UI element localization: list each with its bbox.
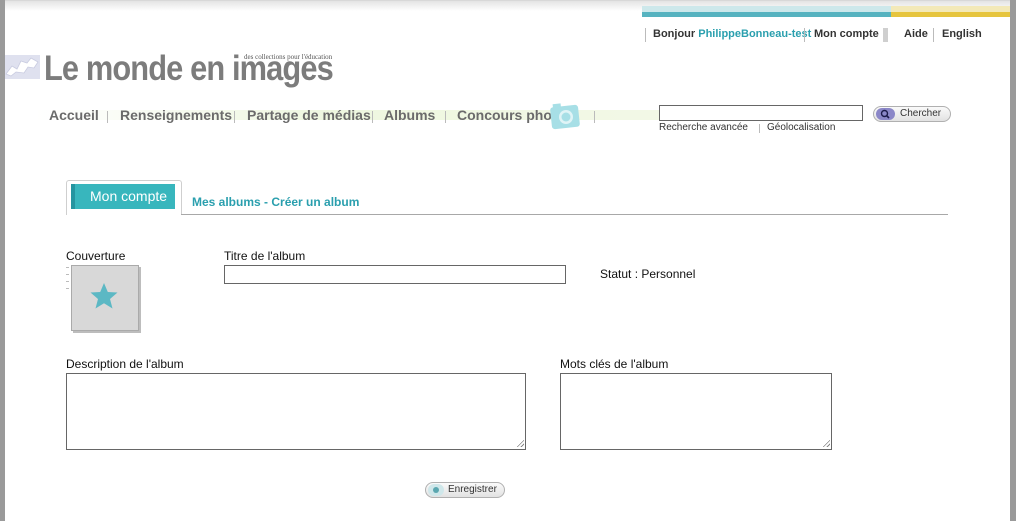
cover-label: Couverture — [66, 249, 126, 263]
keywords-label: Mots clés de l'album — [560, 357, 669, 371]
album-title-label: Titre de l'album — [224, 249, 306, 263]
description-textarea[interactable] — [66, 373, 526, 450]
cover-dots — [66, 267, 69, 289]
geolocation-link[interactable]: Géolocalisation — [767, 122, 835, 133]
save-button-label: Enregistrer — [448, 484, 497, 495]
logo-subtitle: des collections pour l'éducation — [244, 53, 333, 61]
page: Bonjour PhilippeBonneau-test Mon compte … — [5, 0, 1010, 521]
nav-divider — [445, 111, 446, 123]
username-link[interactable]: PhilippeBonneau-test — [698, 28, 811, 40]
divider — [759, 124, 760, 133]
nav-divider — [594, 111, 595, 123]
top-stripe-teal — [642, 6, 891, 17]
tab-divider — [181, 214, 948, 215]
nav-divider — [372, 111, 373, 123]
resize-handle[interactable] — [822, 439, 830, 447]
divider — [883, 28, 888, 42]
greeting-text: Bonjour — [653, 28, 696, 40]
resize-handle[interactable] — [516, 439, 524, 447]
advanced-search-link[interactable]: Recherche avancée — [659, 122, 748, 133]
magnifier-icon — [876, 108, 895, 120]
nav-item-renseignements[interactable]: Renseignements — [120, 107, 232, 123]
description-label: Description de l'album — [66, 357, 184, 371]
divider — [645, 28, 646, 42]
nav-item-partage-medias[interactable]: Partage de médias — [247, 107, 371, 123]
star-icon — [90, 283, 118, 309]
tab-label: Mon compte — [90, 188, 168, 204]
album-title-input[interactable] — [224, 265, 566, 284]
status-text: Statut : Personnel — [600, 267, 696, 281]
nav-divider — [234, 111, 235, 123]
top-stripe-yellow — [891, 6, 1010, 17]
divider — [933, 28, 934, 42]
nav-divider — [107, 111, 108, 123]
camera-icon — [550, 103, 580, 130]
nav-item-albums[interactable]: Albums — [384, 107, 435, 123]
help-link[interactable]: Aide — [904, 28, 928, 40]
greeting: Bonjour PhilippeBonneau-test — [653, 28, 811, 40]
keywords-textarea[interactable] — [560, 373, 832, 450]
breadcrumb[interactable]: Mes albums - Créer un album — [192, 195, 359, 209]
world-map-icon — [5, 55, 40, 79]
nav-item-accueil[interactable]: Accueil — [49, 107, 99, 123]
divider — [804, 28, 805, 42]
search-button-label: Chercher — [900, 108, 942, 119]
search-button[interactable]: Chercher — [873, 106, 951, 122]
tab-mon-compte[interactable]: Mon compte — [71, 184, 175, 209]
bullet-icon — [428, 484, 444, 496]
account-link[interactable]: Mon compte — [814, 28, 879, 40]
save-button[interactable]: Enregistrer — [425, 482, 505, 498]
language-link[interactable]: English — [942, 28, 982, 40]
search-input[interactable] — [659, 105, 863, 121]
